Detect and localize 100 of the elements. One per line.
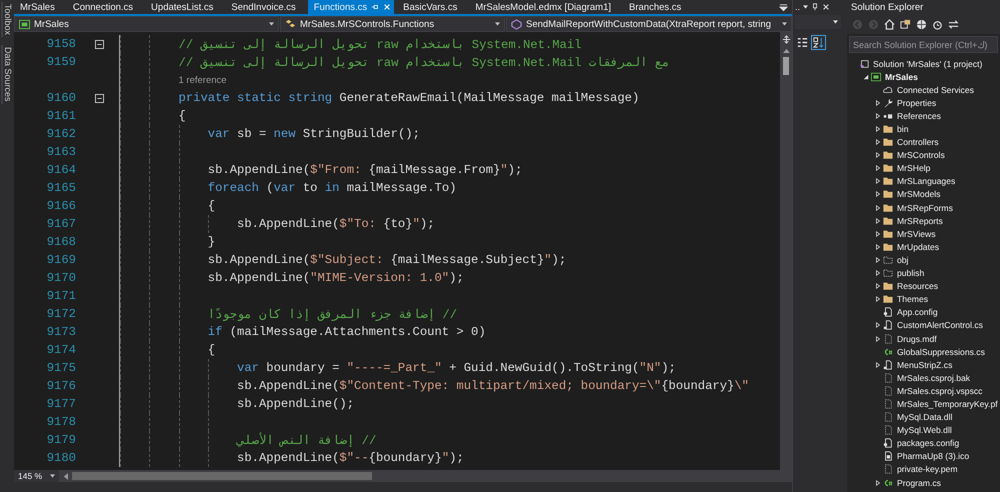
tree-item[interactable]: MrSales [871,72,918,82]
collapsed-arrow-icon[interactable] [875,112,881,119]
tree-item[interactable]: MySql.Data.dll [883,412,952,422]
collapsed-arrow-icon[interactable] [875,100,881,106]
tree-item[interactable]: private-key.pem [883,464,958,474]
line-number: 9177 [46,397,76,411]
file-tab[interactable]: MrSales [14,0,67,14]
categorized-icon[interactable] [796,36,809,49]
tree-item[interactable]: MenuStripZ.cs [883,360,952,370]
sort-icon[interactable] [812,36,825,49]
tree-item[interactable]: MrSRepForms [883,202,953,213]
type-dropdown[interactable]: MrSales.MrSControls.Functions [280,16,505,32]
file-tab[interactable]: BasicVars.cs [397,0,470,14]
collapsed-arrow-icon[interactable] [875,204,881,211]
line-number: 9171 [46,289,76,303]
file-tab[interactable]: Branches.cs [623,0,694,14]
collapsed-arrow-icon[interactable] [875,480,881,486]
pin-icon[interactable] [811,3,820,11]
tree-item[interactable]: MrUpdates [883,242,940,252]
collapsed-arrow-icon[interactable] [875,283,881,290]
file-tab[interactable]: SendInvoice.cs [225,0,308,14]
tree-item[interactable]: publish [883,268,924,278]
collapsed-arrow-icon[interactable] [875,270,881,276]
split-icon[interactable] [782,35,790,44]
tree-item[interactable]: PharmaUp8 (3).ico [883,451,970,462]
history-icon[interactable] [932,18,943,30]
tree-item[interactable]: GlobalSuppressions.cs [883,346,985,357]
scroll-thumb[interactable] [72,472,372,480]
tree-item[interactable]: MrSModels [883,189,940,200]
scroll-left-icon[interactable] [63,472,68,480]
globe-icon[interactable] [916,18,927,30]
tree-item[interactable]: Drugs.mdf [883,334,937,344]
collapsed-arrow-icon[interactable] [875,178,881,184]
file-tab[interactable]: Functions.cs [308,0,394,14]
collapsed-arrow-icon[interactable] [875,165,881,172]
collapsed-arrow-icon[interactable] [875,256,881,263]
csharp-file-icon [883,478,893,488]
pin-icon[interactable] [371,3,380,11]
file-tab[interactable]: MrSalesModel.edmx [Diagram1] [469,0,624,14]
file-tab[interactable]: UpdatesList.cs [145,0,226,14]
cloud-icon [883,84,893,95]
file-tab[interactable]: Connection.cs [66,0,146,14]
method-icon [511,18,522,30]
dropdown-icon[interactable] [779,2,788,12]
tree-item[interactable]: MrSHelp [883,163,930,174]
tree-item[interactable]: packages.config [883,438,960,448]
scroll-thumb[interactable] [783,57,789,75]
tree-item[interactable]: App.config [883,307,938,318]
collapse-icon[interactable] [95,40,104,48]
code-line: var boundary = "----=_Part_" + Guid.NewGuid().ToString("N"); [237,361,676,375]
vertical-scrollbar[interactable] [780,32,792,470]
tree-item[interactable]: MrSViews [883,228,936,239]
tree-item[interactable]: Solution 'MrSales' (1 project) [859,58,982,69]
tree-item[interactable]: CustomAlertControl.cs [883,320,983,330]
tree-item[interactable]: Themes [883,294,928,304]
scroll-up-icon[interactable] [782,48,790,53]
close-icon[interactable] [822,3,830,11]
tree-item[interactable]: bin [883,124,908,134]
tree-item[interactable]: MrSControls [883,150,945,160]
caret-icon [782,22,787,26]
line-number: 9167 [46,217,76,231]
file-icon [883,412,893,422]
expanded-arrow-icon[interactable] [863,74,869,80]
collapsed-arrow-icon[interactable] [875,152,881,158]
collapse-icon[interactable] [95,94,104,102]
collapsed-arrow-icon[interactable] [875,230,881,237]
reference-count-link[interactable]: 1 reference [178,74,227,86]
caret-icon[interactable] [803,5,808,9]
tree-item[interactable]: MrSReports [883,216,943,226]
home-icon[interactable] [884,18,895,30]
tree-item[interactable]: MySql.Web.dll [883,425,952,436]
collapsed-arrow-icon[interactable] [875,139,881,146]
collapsed-arrow-icon[interactable] [875,296,881,302]
project-dropdown[interactable]: MrSales [14,16,279,32]
collapsed-arrow-icon[interactable] [875,336,881,342]
collapsed-arrow-icon[interactable] [875,126,881,132]
tree-item[interactable]: obj [883,254,908,265]
config-file-icon [883,307,893,318]
switch-views-icon[interactable] [948,18,959,30]
folder-icon [883,150,893,160]
tree-item[interactable]: MrSales.csproj.bak [883,372,970,383]
tree-item[interactable]: Controllers [883,137,939,148]
tree-item[interactable]: Properties [883,98,936,108]
collapsed-arrow-icon[interactable] [875,244,881,250]
tree-item[interactable]: References [883,110,941,121]
collapsed-arrow-icon[interactable] [875,362,881,368]
zoom-dropdown[interactable]: 145 % [14,470,60,482]
tree-item[interactable]: Connected Services [883,84,974,95]
tree-item[interactable]: MrSales.csproj.vspscc [883,386,982,396]
tree-item[interactable]: MrSLanguages [883,176,956,186]
image-file-icon [883,451,893,462]
collapsed-arrow-icon[interactable] [875,322,881,328]
collapsed-arrow-icon[interactable] [875,191,881,198]
collapsed-arrow-icon[interactable] [875,218,881,224]
member-dropdown[interactable]: SendMailReportWithCustomData(XtraReport report, string [506,16,792,32]
line-number: 9163 [46,145,76,159]
tree-item[interactable]: MrSales_TemporaryKey.pf [883,398,998,409]
tree-item[interactable]: Resources [883,281,938,292]
tree-item[interactable]: Program.cs [883,478,941,488]
search-field[interactable]: Search Solution Explorer (Ctrl+ك) [849,36,998,53]
